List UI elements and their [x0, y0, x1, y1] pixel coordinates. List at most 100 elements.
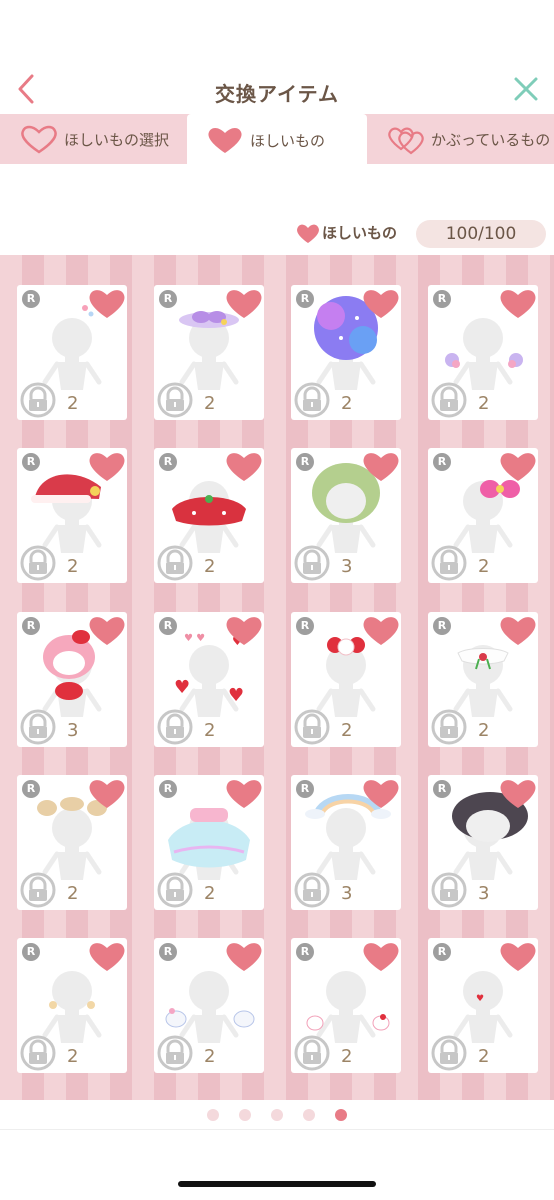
heart-icon[interactable]: [88, 614, 126, 648]
heart-icon[interactable]: [362, 614, 400, 648]
tab-label: かぶっているもの: [431, 130, 551, 149]
tab-duplicates[interactable]: かぶっているもの: [387, 114, 550, 164]
wishlist-counter: ほしいもの 100/100: [0, 218, 554, 248]
item-count: 2: [67, 393, 79, 414]
heart-icon[interactable]: [88, 777, 126, 811]
lock-icon[interactable]: [293, 544, 331, 582]
heart-icon[interactable]: [499, 777, 537, 811]
page-indicator: [0, 1100, 554, 1130]
heart-icon[interactable]: [499, 450, 537, 484]
lock-icon[interactable]: [156, 708, 194, 746]
page-dot[interactable]: [239, 1108, 251, 1121]
rarity-badge: R: [159, 943, 177, 961]
close-icon: [514, 77, 538, 101]
item-count: 2: [341, 1046, 353, 1067]
item-count: 2: [478, 393, 490, 414]
heart-icon[interactable]: [362, 940, 400, 974]
item-count: 2: [204, 1046, 216, 1067]
heart-icon[interactable]: [88, 287, 126, 321]
heart-icon[interactable]: [362, 777, 400, 811]
rarity-badge: R: [296, 617, 314, 635]
heart-icon[interactable]: [88, 450, 126, 484]
heart-icon: [208, 128, 242, 153]
lock-icon[interactable]: [293, 1034, 331, 1072]
lock-icon[interactable]: [430, 708, 468, 746]
heart-icon[interactable]: [225, 287, 263, 321]
item-card[interactable]: R2: [428, 285, 538, 420]
item-card[interactable]: R3: [291, 775, 401, 910]
page-dot[interactable]: [271, 1108, 283, 1121]
heart-icon[interactable]: [362, 450, 400, 484]
tab-label: ほしいもの選択: [64, 130, 170, 149]
heart-icon[interactable]: [362, 287, 400, 321]
header-bar: 交換アイテム: [0, 60, 554, 116]
rarity-badge: R: [22, 617, 40, 635]
lock-icon[interactable]: [19, 544, 57, 582]
rarity-badge: R: [296, 290, 314, 308]
heart-icon[interactable]: [225, 614, 263, 648]
lock-icon[interactable]: [430, 871, 468, 909]
lock-icon[interactable]: [156, 1034, 194, 1072]
item-card[interactable]: R2: [428, 448, 538, 583]
lock-icon[interactable]: [293, 708, 331, 746]
item-card[interactable]: R2: [428, 612, 538, 747]
item-card[interactable]: ♥ R 2: [428, 938, 538, 1073]
lock-icon[interactable]: [19, 708, 57, 746]
heart-icon[interactable]: [499, 940, 537, 974]
item-card[interactable]: ♥ ♥ ♥ ♥ ♥ R 2: [154, 612, 264, 747]
close-button[interactable]: [511, 74, 541, 104]
heart-icon[interactable]: [499, 287, 537, 321]
item-card[interactable]: R2: [17, 448, 127, 583]
rarity-badge: R: [433, 617, 451, 635]
page-title: 交換アイテム: [215, 82, 339, 106]
item-card[interactable]: R2: [154, 775, 264, 910]
item-card[interactable]: R3: [428, 775, 538, 910]
lock-icon[interactable]: [156, 544, 194, 582]
item-card[interactable]: R2: [154, 938, 264, 1073]
lock-icon[interactable]: [430, 381, 468, 419]
lock-icon[interactable]: [430, 1034, 468, 1072]
page-dot[interactable]: [207, 1108, 219, 1121]
heart-outline-icon: [21, 125, 57, 154]
lock-icon[interactable]: [19, 871, 57, 909]
lock-icon[interactable]: [293, 381, 331, 419]
item-count: 2: [67, 1046, 79, 1067]
item-card[interactable]: R2: [291, 285, 401, 420]
lock-icon[interactable]: [156, 871, 194, 909]
item-count: 2: [204, 556, 216, 577]
heart-icon[interactable]: [88, 940, 126, 974]
page-dot[interactable]: [303, 1108, 315, 1121]
heart-icon: [297, 224, 319, 243]
item-count: 3: [478, 883, 490, 904]
item-card[interactable]: R2: [291, 938, 401, 1073]
item-count: 3: [341, 556, 353, 577]
item-card[interactable]: R3: [291, 448, 401, 583]
rarity-badge: R: [22, 943, 40, 961]
item-count: 2: [478, 1046, 490, 1067]
item-card[interactable]: R3: [17, 612, 127, 747]
item-count: 2: [341, 393, 353, 414]
item-card[interactable]: R2: [291, 612, 401, 747]
rarity-badge: R: [433, 943, 451, 961]
heart-icon[interactable]: [225, 777, 263, 811]
page-dot[interactable]: [335, 1108, 347, 1121]
tab-wishlist[interactable]: ほしいもの: [187, 114, 367, 166]
heart-icon[interactable]: [499, 614, 537, 648]
lock-icon[interactable]: [430, 544, 468, 582]
rarity-badge: R: [159, 290, 177, 308]
tab-wishlist-select[interactable]: ほしいもの選択: [20, 114, 169, 164]
item-card[interactable]: R2: [17, 775, 127, 910]
item-count: 2: [67, 556, 79, 577]
lock-icon[interactable]: [19, 1034, 57, 1072]
lock-icon[interactable]: [293, 871, 331, 909]
lock-icon[interactable]: [19, 381, 57, 419]
heart-icon[interactable]: [225, 940, 263, 974]
lock-icon[interactable]: [156, 381, 194, 419]
item-card[interactable]: R2: [17, 285, 127, 420]
item-card[interactable]: R2: [17, 938, 127, 1073]
heart-icon[interactable]: [225, 450, 263, 484]
counter-label: ほしいもの: [322, 224, 398, 242]
item-card[interactable]: R2: [154, 448, 264, 583]
double-heart-icon: [388, 127, 424, 155]
item-card[interactable]: R2: [154, 285, 264, 420]
